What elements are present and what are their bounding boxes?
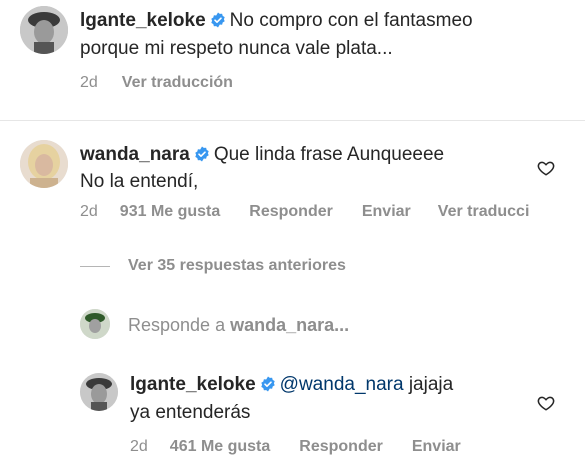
avatar-wanda[interactable] [20, 140, 68, 188]
reply-line-1: lgante_keloke @wanda_nara jajaja [130, 373, 453, 397]
divider [0, 120, 585, 121]
reply-text: jajaja [408, 374, 454, 395]
avatar-lgante-reply[interactable] [80, 373, 118, 411]
verified-badge-icon [210, 12, 226, 28]
comment-2-username[interactable]: wanda_nara [80, 144, 190, 165]
avatar-image [20, 140, 68, 188]
current-user-avatar [80, 309, 110, 339]
reply-time: 2d [130, 438, 148, 455]
reply-input-target: wanda_nara... [230, 315, 350, 335]
translate-link[interactable]: Ver traducción [122, 73, 233, 93]
comment-2-line-1: wanda_nara Que linda frase Aunqueeee [80, 143, 444, 167]
avatar-image [80, 309, 110, 339]
reply-meta: 2d 461 Me gusta Responder Enviar [130, 437, 461, 457]
view-previous-replies-label: Ver 35 respuestas anteriores [128, 257, 346, 274]
comment-1-line-1: lgante_keloke No compro con el fantasmeo [80, 9, 473, 33]
comment-2-line-2: No la entendí, [80, 171, 199, 192]
likes-count[interactable]: 461 Me gusta [170, 437, 270, 457]
avatar-image [20, 6, 68, 54]
like-heart-icon[interactable] [537, 159, 555, 177]
avatar-lgante[interactable] [20, 6, 68, 54]
view-previous-replies[interactable]: Ver 35 respuestas anteriores [80, 257, 346, 275]
like-heart-icon[interactable] [537, 394, 555, 412]
comment-1-meta: 2d Ver traducción [80, 73, 233, 93]
comment-2-time: 2d [80, 203, 98, 220]
comment-1-line-2: porque mi respeto nunca vale plata... [80, 38, 393, 59]
verified-badge-icon [194, 146, 210, 162]
reply-mention[interactable]: @wanda_nara [280, 374, 404, 395]
reply-username[interactable]: lgante_keloke [130, 374, 256, 395]
comment-1-username[interactable]: lgante_keloke [80, 10, 206, 31]
reply-input-prefix: Responde a [128, 315, 226, 335]
send-button[interactable]: Enviar [412, 437, 461, 457]
reply-button[interactable]: Responder [299, 437, 383, 457]
reply-input[interactable]: Responde a wanda_nara... [128, 315, 349, 336]
avatar-image [80, 373, 118, 411]
replies-line [80, 265, 110, 267]
translate-link[interactable]: Ver traducci [438, 202, 530, 222]
verified-badge-icon [260, 376, 276, 392]
reply-line-2: ya entenderás [130, 402, 251, 423]
send-button[interactable]: Enviar [362, 202, 411, 222]
comment-1-time: 2d [80, 74, 98, 91]
likes-count[interactable]: 931 Me gusta [120, 202, 220, 222]
comment-2-meta: 2d 931 Me gusta Responder Enviar Ver traducc… [80, 202, 529, 222]
comment-2-text: Que linda frase Aunqueeee [213, 144, 445, 165]
reply-button[interactable]: Responder [249, 202, 333, 222]
comment-1-text: No compro con el fantasmeo [229, 10, 473, 31]
